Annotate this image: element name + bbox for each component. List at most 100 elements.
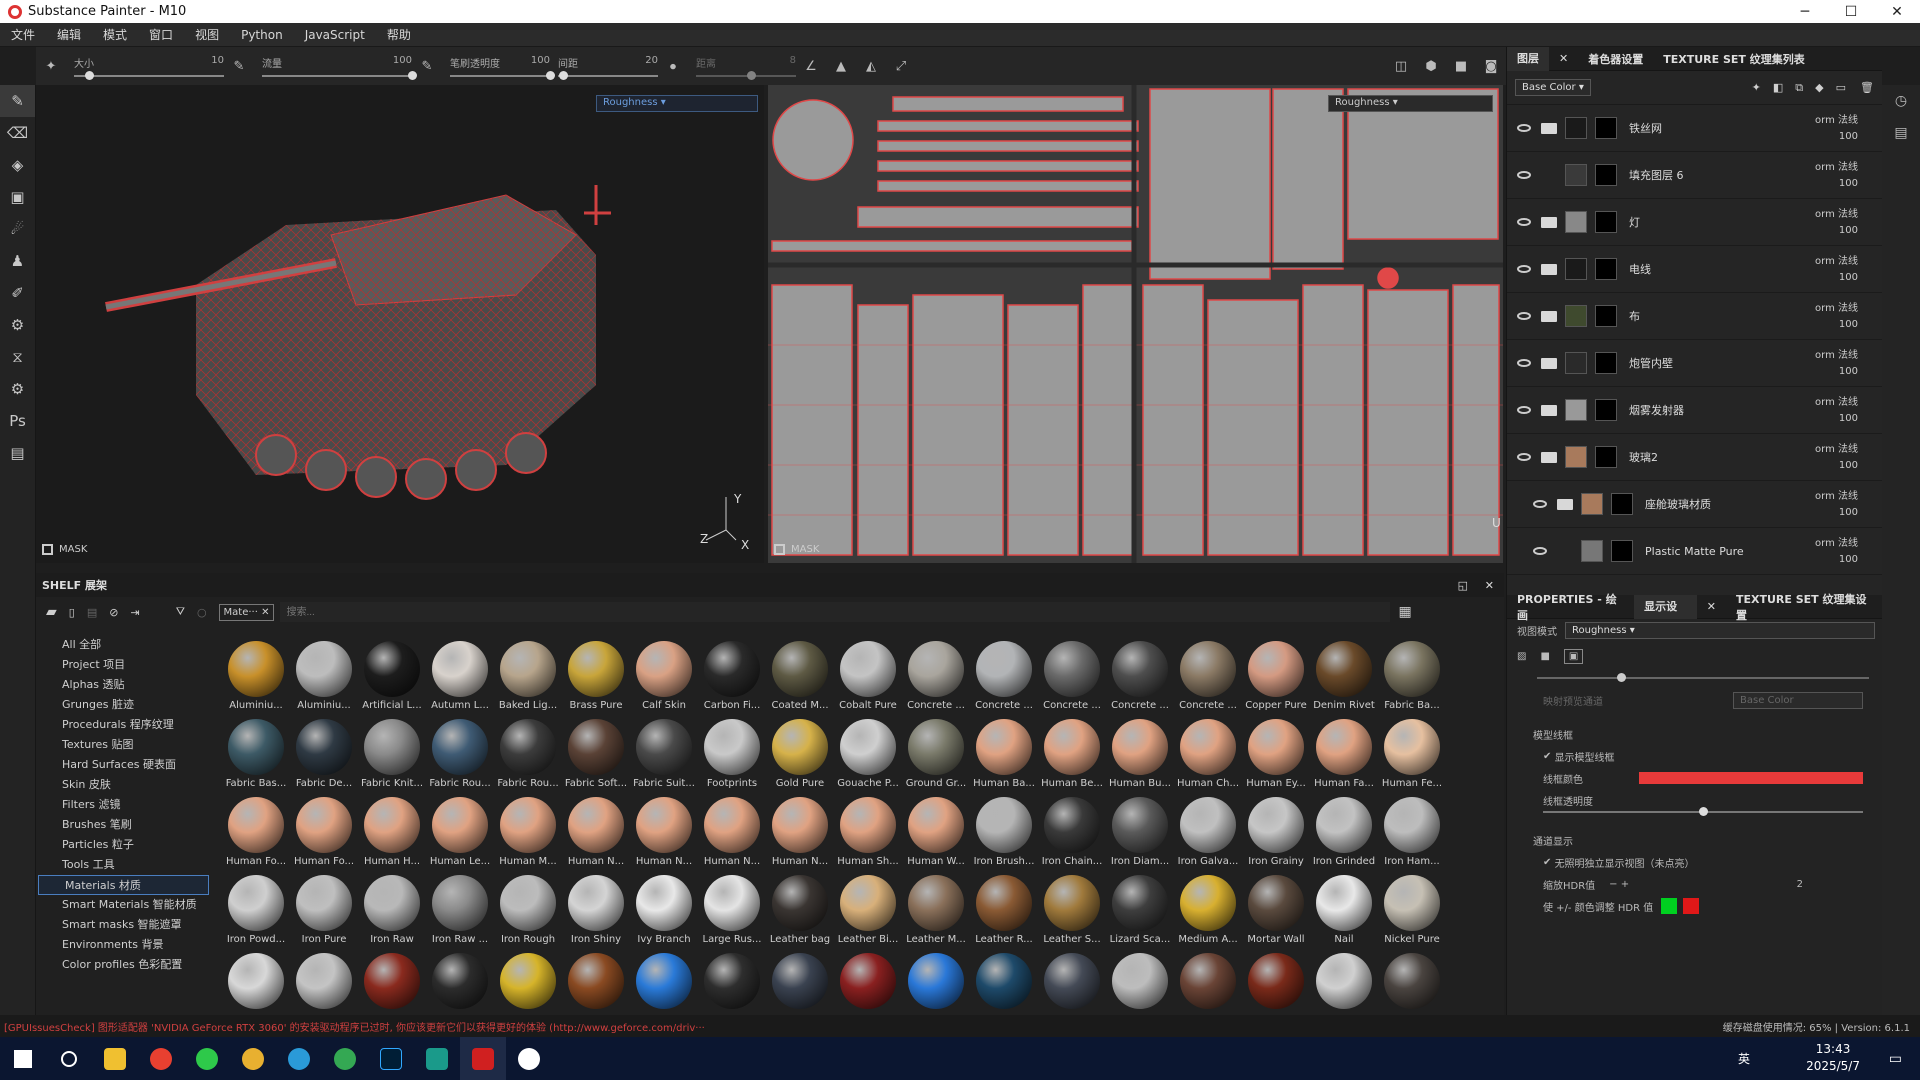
- material-preview[interactable]: [1044, 719, 1100, 775]
- layer-blend[interactable]: orm 法线: [1815, 111, 1858, 126]
- menu-mode[interactable]: 模式: [92, 26, 138, 43]
- menu-file[interactable]: 文件: [0, 26, 46, 43]
- spacing-slider[interactable]: 间距 20: [558, 55, 658, 80]
- layer-opacity[interactable]: 100: [1839, 178, 1858, 189]
- material-preview[interactable]: [636, 875, 692, 931]
- close-button[interactable]: ✕: [1874, 0, 1920, 23]
- menu-python[interactable]: Python: [230, 28, 294, 42]
- material-preview[interactable]: [976, 797, 1032, 853]
- chrome-third-icon[interactable]: [322, 1037, 368, 1080]
- material-preview[interactable]: [1180, 641, 1236, 697]
- layer-blend[interactable]: orm 法线: [1815, 158, 1858, 173]
- layer-row[interactable]: 烟雾发射器 orm 法线 100: [1507, 387, 1882, 434]
- split-view-icon[interactable]: ◫: [1390, 55, 1412, 77]
- material-preview[interactable]: [1112, 875, 1168, 931]
- size-knob[interactable]: [85, 71, 94, 80]
- projection-icon[interactable]: ⤢: [890, 55, 912, 77]
- layer-name[interactable]: 炮管内壁: [1629, 355, 1673, 371]
- material-item[interactable]: Ground Gr...: [902, 719, 970, 797]
- import-icon[interactable]: ⇥: [130, 606, 139, 619]
- shelf-close-icon[interactable]: ✕: [1485, 579, 1494, 592]
- material-preview[interactable]: [636, 641, 692, 697]
- material-preview[interactable]: [1384, 875, 1440, 931]
- material-item[interactable]: Human Bu...: [1106, 719, 1174, 797]
- material-item[interactable]: Iron Brush...: [970, 797, 1038, 875]
- uv-layout[interactable]: U: [768, 85, 1503, 563]
- view-mode-dropdown[interactable]: Roughness ▾: [1565, 621, 1875, 639]
- material-preview[interactable]: [704, 953, 760, 1009]
- material-item[interactable]: Mortar Wall: [1242, 875, 1310, 953]
- material-item[interactable]: Human M...: [494, 797, 562, 875]
- flow-knob[interactable]: [408, 71, 417, 80]
- layer-name[interactable]: 电线: [1629, 261, 1651, 277]
- material-item[interactable]: Autumn L...: [426, 641, 494, 719]
- material-item[interactable]: Fabric Ba...: [1378, 641, 1446, 719]
- material-item[interactable]: Concrete ...: [1106, 641, 1174, 719]
- minimize-button[interactable]: ─: [1782, 0, 1828, 23]
- material-item[interactable]: Fabric De...: [290, 719, 358, 797]
- menu-help[interactable]: 帮助: [376, 26, 422, 43]
- material-item[interactable]: Human Ey...: [1242, 719, 1310, 797]
- material-item[interactable]: Fabric Knit...: [358, 719, 426, 797]
- material-preview[interactable]: [228, 797, 284, 853]
- material-preview[interactable]: [500, 797, 556, 853]
- material-preview[interactable]: [364, 797, 420, 853]
- material-item[interactable]: Iron Diam...: [1106, 797, 1174, 875]
- material-preview[interactable]: [772, 797, 828, 853]
- mask-checkbox[interactable]: [42, 544, 53, 555]
- material-item[interactable]: Aluminiu...: [290, 641, 358, 719]
- material-preview[interactable]: [432, 953, 488, 1009]
- eraser-icon[interactable]: ⌫: [0, 117, 35, 149]
- material-item[interactable]: Human Fa...: [1310, 719, 1378, 797]
- material-item[interactable]: Nail: [1310, 875, 1378, 953]
- add-fill-icon[interactable]: ◆: [1815, 81, 1823, 94]
- notification-icon[interactable]: ▭: [1889, 1051, 1902, 1067]
- material-preview[interactable]: [636, 719, 692, 775]
- qq-icon[interactable]: [506, 1037, 552, 1080]
- mask-2d[interactable]: MASK: [774, 544, 819, 555]
- material-preview[interactable]: [500, 875, 556, 931]
- eye-icon[interactable]: [1517, 218, 1531, 226]
- material-preview[interactable]: [908, 875, 964, 931]
- material-preview[interactable]: [1316, 719, 1372, 775]
- layer-opacity[interactable]: 100: [1839, 319, 1858, 330]
- material-preview[interactable]: [568, 875, 624, 931]
- material-preview[interactable]: [228, 875, 284, 931]
- image-icon[interactable]: ▨: [1517, 651, 1526, 662]
- material-preview[interactable]: [1384, 719, 1440, 775]
- material-preview[interactable]: [704, 797, 760, 853]
- material-preview[interactable]: [1248, 875, 1304, 931]
- material-preview[interactable]: [228, 641, 284, 697]
- file-explorer-icon[interactable]: [92, 1037, 138, 1080]
- cube-view-icon[interactable]: ⬢: [1420, 55, 1442, 77]
- add-layer-icon[interactable]: ⧉: [1795, 81, 1803, 95]
- tab-shader-settings[interactable]: 着色器设置: [1578, 51, 1653, 67]
- camera-icon[interactable]: ■: [1450, 55, 1472, 77]
- material-item[interactable]: Carbon Fi...: [698, 641, 766, 719]
- category-item[interactable]: Color profiles 色彩配置: [36, 955, 211, 975]
- material-item[interactable]: Human N...: [630, 797, 698, 875]
- material-item[interactable]: Baked Lig...: [494, 641, 562, 719]
- angle-icon[interactable]: ∠: [800, 55, 822, 77]
- material-preview[interactable]: [908, 797, 964, 853]
- layer-row[interactable]: 布 orm 法线 100: [1507, 293, 1882, 340]
- material-item[interactable]: Human N...: [562, 797, 630, 875]
- layer-blend[interactable]: orm 法线: [1815, 487, 1858, 502]
- filter-icon[interactable]: ⛛: [176, 605, 185, 619]
- material-preview[interactable]: [296, 797, 352, 853]
- material-preview[interactable]: [296, 641, 352, 697]
- photoshop-taskbar-icon[interactable]: [368, 1037, 414, 1080]
- layer-name[interactable]: 烟雾发射器: [1629, 402, 1684, 418]
- screenshot-icon[interactable]: ◙: [1480, 55, 1502, 77]
- material-preview[interactable]: [432, 797, 488, 853]
- material-preview[interactable]: [976, 875, 1032, 931]
- layer-blend[interactable]: orm 法线: [1815, 440, 1858, 455]
- hdr-row[interactable]: 缩放HDR值 − +2: [1507, 873, 1883, 895]
- add-mask-icon[interactable]: ◧: [1773, 81, 1783, 94]
- edge-icon[interactable]: [276, 1037, 322, 1080]
- start-icon[interactable]: [0, 1037, 46, 1080]
- eye-icon[interactable]: [1517, 359, 1531, 367]
- material-preview[interactable]: [772, 953, 828, 1009]
- material-preview[interactable]: [500, 953, 556, 1009]
- material-item[interactable]: Iron Pure: [290, 875, 358, 953]
